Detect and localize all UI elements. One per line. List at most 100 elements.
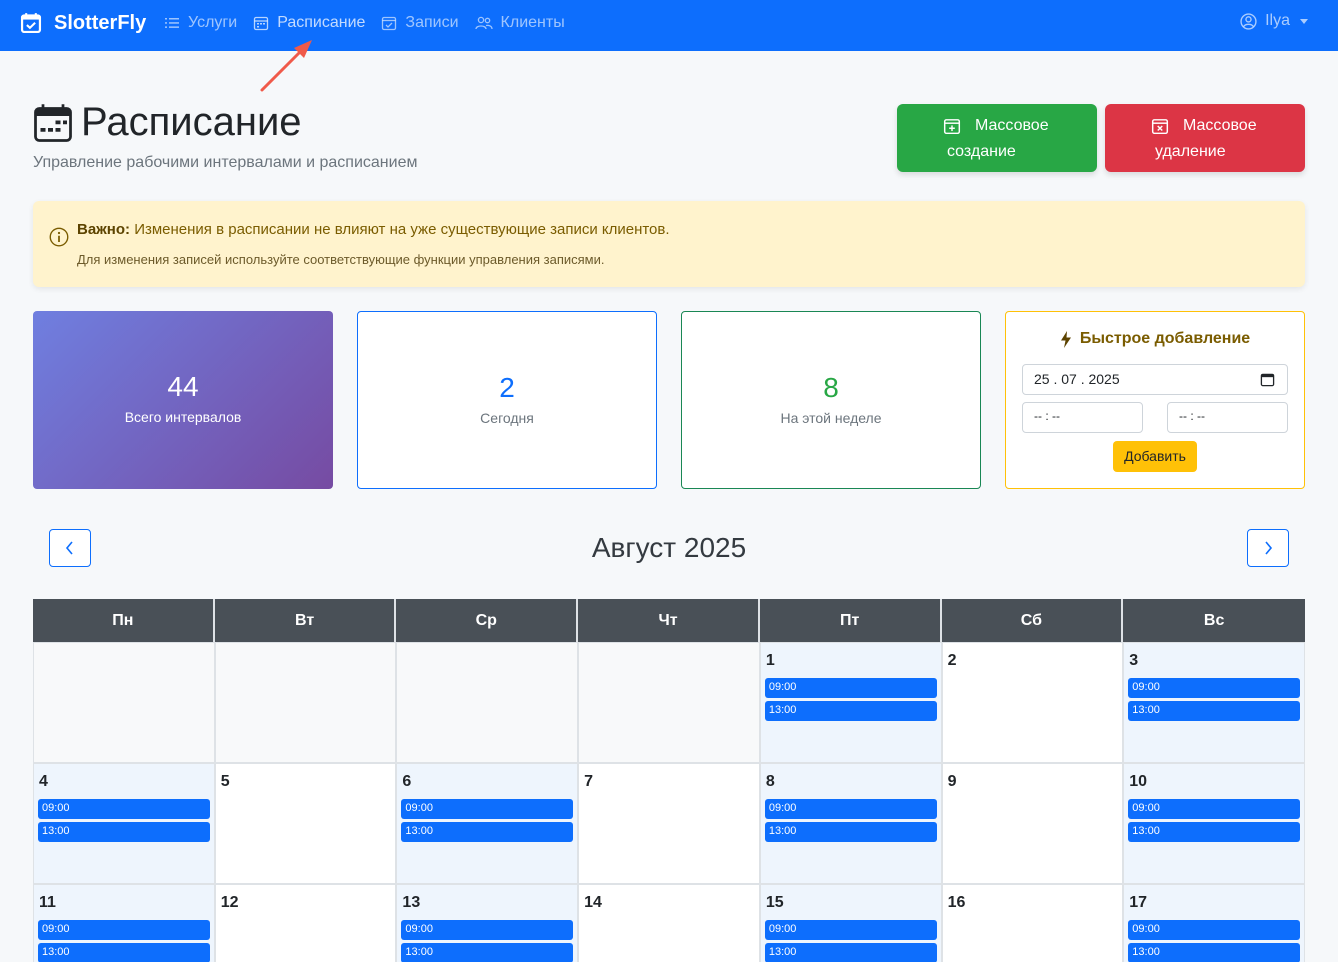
nav-item-services[interactable]: Услуги [164, 14, 237, 32]
date-input[interactable]: 25 . 07 . 2025 [1022, 364, 1288, 395]
day-number: 7 [584, 773, 594, 790]
calendar-x-icon [1151, 119, 1169, 135]
warning-alert: Важно: Изменения в расписании не влияют … [33, 201, 1305, 287]
time-slot[interactable]: 13:00 [38, 822, 210, 842]
calendar-grid: Пн Вт Ср Чт Пт Сб Вс 1 09:00 13:00 2 3 09:00 13:00 4 0… [33, 599, 1305, 962]
empty-day-cell [578, 642, 760, 763]
quick-add-card: Быстрое добавление 25 . 07 . 2025 -- : -… [1005, 311, 1305, 489]
date-input-value: 25 . 07 . 2025 [1034, 371, 1120, 387]
day-number: 1 [765, 652, 775, 669]
time-slot[interactable]: 13:00 [401, 943, 574, 962]
day-cell[interactable]: 5 [214, 763, 397, 884]
user-menu[interactable]: Ilya [1240, 12, 1308, 30]
time-slot[interactable]: 09:00 [764, 799, 937, 819]
weekday-label: Вс [1203, 612, 1225, 629]
day-cell[interactable]: 1 09:00 13:00 [759, 642, 942, 763]
today-value: 2 [499, 372, 515, 403]
bulk-delete-button[interactable]: Массовое удаление [1105, 104, 1305, 172]
day-cell[interactable]: 10 09:00 13:00 [1123, 763, 1305, 884]
chevron-down-icon [1300, 18, 1308, 24]
day-cell[interactable]: 9 [941, 763, 1124, 884]
day-cell[interactable]: 11 09:00 13:00 [33, 884, 215, 962]
add-button[interactable]: Добавить [1113, 441, 1197, 472]
brand-name: SlotterFly [54, 11, 147, 34]
time-end-input[interactable]: -- : -- [1167, 402, 1288, 433]
day-cell[interactable]: 8 09:00 13:00 [759, 763, 942, 884]
quick-add-title: Быстрое добавление [1006, 330, 1304, 348]
nav-item-bookings[interactable]: Записи [381, 14, 459, 32]
day-cell[interactable]: 3 09:00 13:00 [1123, 642, 1305, 763]
page-subtitle: Управление рабочими интервалами и распис… [33, 154, 418, 171]
nav-item-label: Записи [405, 14, 459, 31]
day-cell[interactable]: 7 [578, 763, 760, 884]
calendar-icon[interactable] [1260, 372, 1275, 387]
time-slot[interactable]: 09:00 [764, 678, 937, 698]
day-cell[interactable]: 14 [578, 884, 760, 962]
day-number: 14 [584, 894, 602, 911]
bulk-delete-label-1: Массовое [1183, 117, 1257, 134]
day-number: 2 [947, 652, 957, 669]
time-slot[interactable]: 09:00 [764, 920, 937, 940]
user-name: Ilya [1265, 12, 1290, 29]
next-month-button[interactable] [1247, 529, 1289, 567]
time-slot[interactable]: 13:00 [1128, 822, 1300, 842]
page-title: Расписание [33, 100, 302, 145]
time-slot[interactable]: 09:00 [38, 920, 210, 940]
time-slot[interactable]: 13:00 [764, 822, 937, 842]
day-number: 8 [765, 773, 775, 790]
user-circle-icon [1240, 12, 1257, 30]
day-cell[interactable]: 16 [941, 884, 1124, 962]
calendar-icon [254, 16, 269, 31]
time-slot[interactable]: 13:00 [764, 701, 937, 721]
weekday-label: Сб [942, 599, 1124, 642]
bulk-create-label-1: Массовое [975, 117, 1049, 134]
calendar-days: 1 09:00 13:00 2 3 09:00 13:00 4 09:00 13:00 5 6 09:0… [33, 642, 1305, 962]
day-number: 9 [947, 773, 957, 790]
time-slot[interactable]: 09:00 [38, 799, 210, 819]
time-slot[interactable]: 09:00 [1128, 678, 1300, 698]
calendar-week-icon [34, 103, 72, 142]
time-slot[interactable]: 09:00 [401, 920, 574, 940]
bulk-create-button[interactable]: Массовое создание [897, 104, 1097, 172]
today-label: Сегодня [480, 410, 534, 426]
brand-link[interactable]: SlotterFly [20, 10, 146, 36]
day-cell[interactable]: 2 [941, 642, 1124, 763]
time-slot[interactable]: 09:00 [1128, 799, 1300, 819]
time-slot[interactable]: 13:00 [1128, 943, 1300, 962]
nav-item-label: Клиенты [500, 14, 565, 31]
time-slot[interactable]: 13:00 [401, 822, 574, 842]
info-circle-icon [49, 227, 69, 247]
quick-add-title-text: Быстрое добавление [1079, 330, 1251, 347]
week-label: На этой неделе [780, 410, 882, 426]
time-slot[interactable]: 09:00 [1128, 920, 1300, 940]
time-slot[interactable]: 13:00 [764, 943, 937, 962]
lightning-icon [1060, 330, 1071, 348]
time-slot[interactable]: 13:00 [38, 943, 210, 962]
day-cell[interactable]: 13 09:00 13:00 [396, 884, 579, 962]
time-start-input[interactable]: -- : -- [1022, 402, 1143, 433]
nav-item-clients[interactable]: Клиенты [474, 14, 565, 32]
day-cell[interactable]: 17 09:00 13:00 [1123, 884, 1305, 962]
weekday-label: Пн [33, 599, 215, 642]
alert-strong: Важно: [77, 221, 131, 238]
time-slot[interactable]: 13:00 [1128, 701, 1300, 721]
people-icon [474, 16, 493, 30]
day-number: 3 [1129, 652, 1139, 669]
day-cell[interactable]: 12 [214, 884, 397, 962]
day-cell[interactable]: 6 09:00 13:00 [396, 763, 579, 884]
calendar-check-icon [20, 13, 42, 34]
bulk-delete-label-2: удаление [1155, 143, 1226, 160]
day-cell[interactable]: 4 09:00 13:00 [33, 763, 215, 884]
month-title: Август 2025 [591, 532, 747, 563]
empty-day-cell [33, 642, 215, 763]
alert-text: Изменения в расписании не влияют на уже … [130, 221, 670, 238]
calendar-plus-icon [943, 119, 961, 135]
nav-item-schedule[interactable]: Расписание [253, 14, 365, 32]
total-intervals-value: 44 [167, 371, 199, 402]
day-cell[interactable]: 15 09:00 13:00 [759, 884, 942, 962]
time-slot[interactable]: 09:00 [401, 799, 574, 819]
bulk-create-label-2: создание [947, 143, 1016, 160]
day-number: 16 [947, 894, 966, 911]
weekday-label: Вт [215, 599, 397, 642]
weekday-label: Ср [396, 599, 579, 642]
